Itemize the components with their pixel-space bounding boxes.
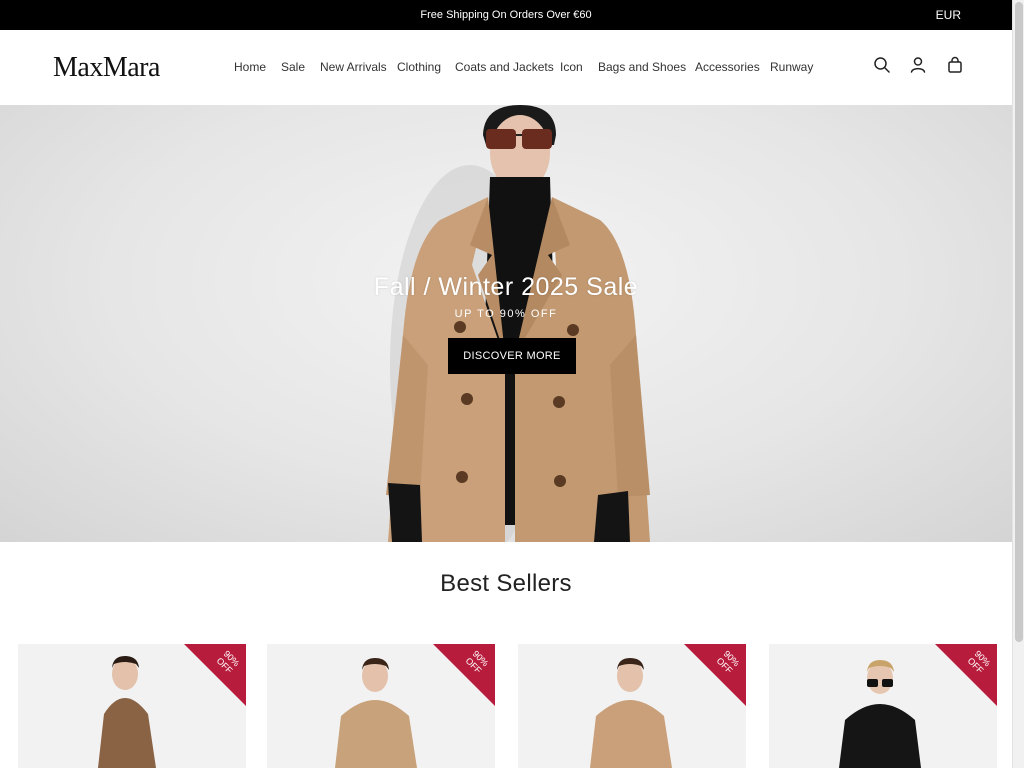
discount-badge: 90% OFF — [935, 644, 997, 706]
nav-item-runway[interactable]: Runway — [770, 60, 813, 74]
currency-selector[interactable]: EUR — [936, 8, 961, 22]
nav-item-accessories[interactable]: Accessories — [695, 60, 760, 74]
announcement-bar: Free Shipping On Orders Over €60 EUR — [0, 0, 1012, 30]
hero-banner: Fall / Winter 2025 Sale UP TO 90% OFF DI… — [0, 105, 1012, 542]
bag-icon[interactable] — [946, 56, 964, 74]
page-scrollbar[interactable] — [1012, 0, 1024, 768]
discover-more-button[interactable]: DISCOVER MORE — [448, 338, 576, 374]
product-card[interactable]: 90% OFF — [518, 644, 746, 768]
hero-title: Fall / Winter 2025 Sale — [373, 273, 639, 301]
nav-item-sale[interactable]: Sale — [281, 60, 305, 74]
hero-model-image — [386, 105, 650, 542]
nav-item-coats-and-jackets[interactable]: Coats and Jackets — [455, 60, 554, 74]
hero-subtitle: UP TO 90% OFF — [454, 308, 558, 320]
nav-item-new-arrivals[interactable]: New Arrivals — [320, 60, 387, 74]
product-grid: 90% OFF 90% OFF 90% OFF 90% OFF — [0, 644, 1012, 768]
scrollbar-thumb[interactable] — [1015, 2, 1023, 642]
search-icon[interactable] — [873, 56, 891, 74]
product-card[interactable]: 90% OFF — [769, 644, 997, 768]
main-nav: Home Sale New Arrivals Clothing Coats an… — [0, 60, 1012, 76]
best-sellers-title: Best Sellers — [440, 570, 572, 597]
product-card[interactable]: 90% OFF — [18, 644, 246, 768]
nav-item-clothing[interactable]: Clothing — [397, 60, 441, 74]
nav-item-bags-and-shoes[interactable]: Bags and Shoes — [598, 60, 686, 74]
discount-badge: 90% OFF — [433, 644, 495, 706]
discount-badge: 90% OFF — [184, 644, 246, 706]
product-card[interactable]: 90% OFF — [267, 644, 495, 768]
discount-badge: 90% OFF — [684, 644, 746, 706]
site-header: MaxMara Home Sale New Arrivals Clothing … — [0, 30, 1012, 105]
announcement-text: Free Shipping On Orders Over €60 — [420, 9, 592, 21]
account-icon[interactable] — [909, 56, 927, 74]
nav-item-icon[interactable]: Icon — [560, 60, 583, 74]
nav-item-home[interactable]: Home — [234, 60, 266, 74]
page: Free Shipping On Orders Over €60 EUR Max… — [0, 0, 1024, 768]
